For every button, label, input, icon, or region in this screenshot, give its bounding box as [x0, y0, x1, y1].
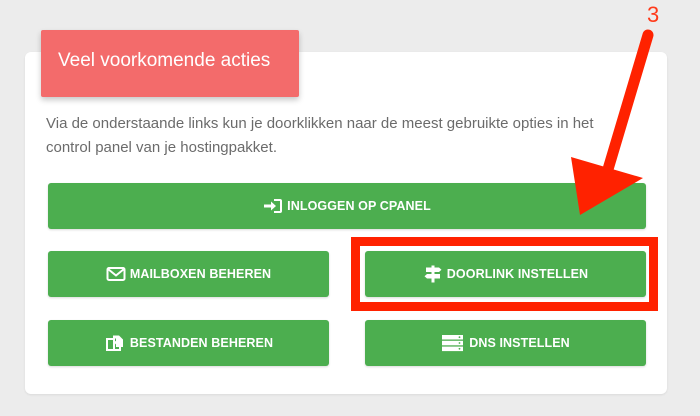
manage-mailboxes-label: MAILBOXEN BEHEREN	[129, 267, 272, 281]
intro-text: Via de onderstaande links kun je doorkli…	[46, 112, 646, 160]
set-dns-label: DNS INSTELLEN	[469, 336, 570, 350]
cpanel-login-button[interactable]: INLOGGEN OP CPANEL	[48, 183, 646, 229]
panel-title: Veel voorkomende acties	[41, 30, 299, 97]
intro-line-1: Via de onderstaande links kun je doorkli…	[46, 115, 594, 132]
manage-files-label: BESTANDEN BEHEREN	[129, 336, 274, 350]
annotation-step-number: 3	[647, 2, 660, 27]
envelope-icon	[106, 266, 126, 282]
signpost-icon	[423, 265, 443, 283]
intro-line-2: control panel van je hostingpakket.	[46, 139, 277, 156]
set-doorlink-label: DOORLINK INSTELLEN	[446, 267, 589, 281]
set-dns-button[interactable]: DNS INSTELLEN	[365, 320, 646, 366]
copy-files-icon	[104, 334, 126, 352]
manage-mailboxes-button[interactable]: MAILBOXEN BEHEREN	[48, 251, 329, 297]
manage-files-button[interactable]: BESTANDEN BEHEREN	[48, 320, 329, 366]
server-icon	[441, 334, 465, 352]
sign-in-icon	[263, 198, 283, 214]
set-doorlink-button[interactable]: DOORLINK INSTELLEN	[365, 251, 646, 297]
cpanel-login-label: INLOGGEN OP CPANEL	[287, 199, 431, 213]
